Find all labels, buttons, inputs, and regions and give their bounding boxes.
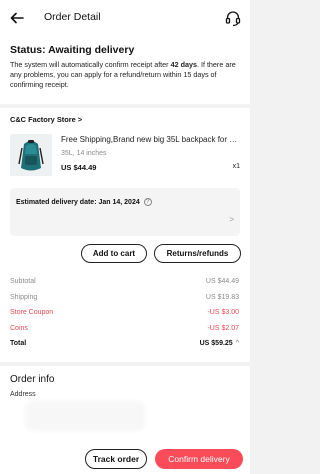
store-coupon-row: Store Coupon -US $3.00 — [10, 309, 239, 316]
store-name: C&C Factory Store — [10, 115, 76, 124]
backpack-image — [10, 134, 52, 176]
address-label: Address — [10, 391, 36, 398]
chevron-right-icon: > — [229, 215, 234, 224]
product-variant: 35L, 14 inches — [61, 150, 107, 157]
product-quantity: x1 — [232, 163, 240, 170]
shipping-label: Shipping — [10, 294, 38, 301]
subtotal-value: US $44.49 — [205, 278, 239, 285]
subtotal-row: Subtotal US $44.49 — [10, 278, 239, 285]
track-order-button[interactable]: Track order — [85, 449, 147, 469]
status-days: 42 days — [170, 60, 197, 69]
store-link[interactable]: C&C Factory Store > — [10, 115, 82, 124]
order-info-title: Order info — [10, 374, 55, 385]
chevron-up-icon: ^ — [235, 340, 239, 347]
product-title[interactable]: Free Shipping,Brand new big 35L backpack… — [61, 135, 242, 144]
bottom-action-bar: Track order Confirm delivery — [0, 446, 250, 474]
coins-label: Coins — [10, 325, 28, 332]
status-description: The system will automatically confirm re… — [10, 60, 240, 90]
delivery-estimate: Estimated delivery date: Jan 14, 2024 ? — [16, 198, 152, 206]
top-app-bar: Order Detail — [0, 0, 250, 36]
confirm-delivery-button[interactable]: Confirm delivery — [155, 449, 243, 469]
store-coupon-label: Store Coupon — [10, 309, 54, 316]
status-title: Status: Awaiting delivery — [10, 44, 135, 56]
shipping-row: Shipping US $19.83 — [10, 294, 239, 301]
store-coupon-value: -US $3.00 — [207, 309, 239, 316]
order-status-section: Status: Awaiting delivery The system wil… — [0, 36, 250, 104]
shipping-value: US $19.83 — [205, 294, 239, 301]
back-arrow-icon[interactable] — [8, 9, 26, 27]
coins-value: -US $2.07 — [207, 325, 239, 332]
page-title: Order Detail — [44, 11, 101, 23]
status-line-prefix: The system will automatically confirm re… — [10, 60, 171, 69]
product-thumbnail[interactable] — [10, 134, 52, 176]
headset-icon[interactable] — [224, 9, 242, 27]
total-value: US $59.25 — [199, 340, 233, 347]
subtotal-label: Subtotal — [10, 278, 36, 285]
total-label: Total — [10, 340, 27, 347]
returns-refunds-button[interactable]: Returns/refunds — [154, 244, 241, 263]
delivery-estimate-box[interactable]: Estimated delivery date: Jan 14, 2024 ? … — [10, 188, 240, 236]
total-value-group: US $59.25 ^ — [200, 340, 239, 347]
delivery-estimate-text: Estimated delivery date: Jan 14, 2024 — [16, 198, 140, 206]
chevron-right-icon: > — [77, 115, 83, 124]
product-price: US $44.49 — [61, 163, 97, 172]
help-icon[interactable]: ? — [143, 198, 152, 206]
coins-row: Coins -US $2.07 — [10, 325, 239, 332]
add-to-cart-button[interactable]: Add to cart — [81, 244, 147, 263]
order-item-card: C&C Factory Store > Free Shipping,Brand … — [0, 108, 250, 362]
redacted-address — [25, 401, 145, 431]
total-row[interactable]: Total US $59.25 ^ — [10, 340, 239, 347]
